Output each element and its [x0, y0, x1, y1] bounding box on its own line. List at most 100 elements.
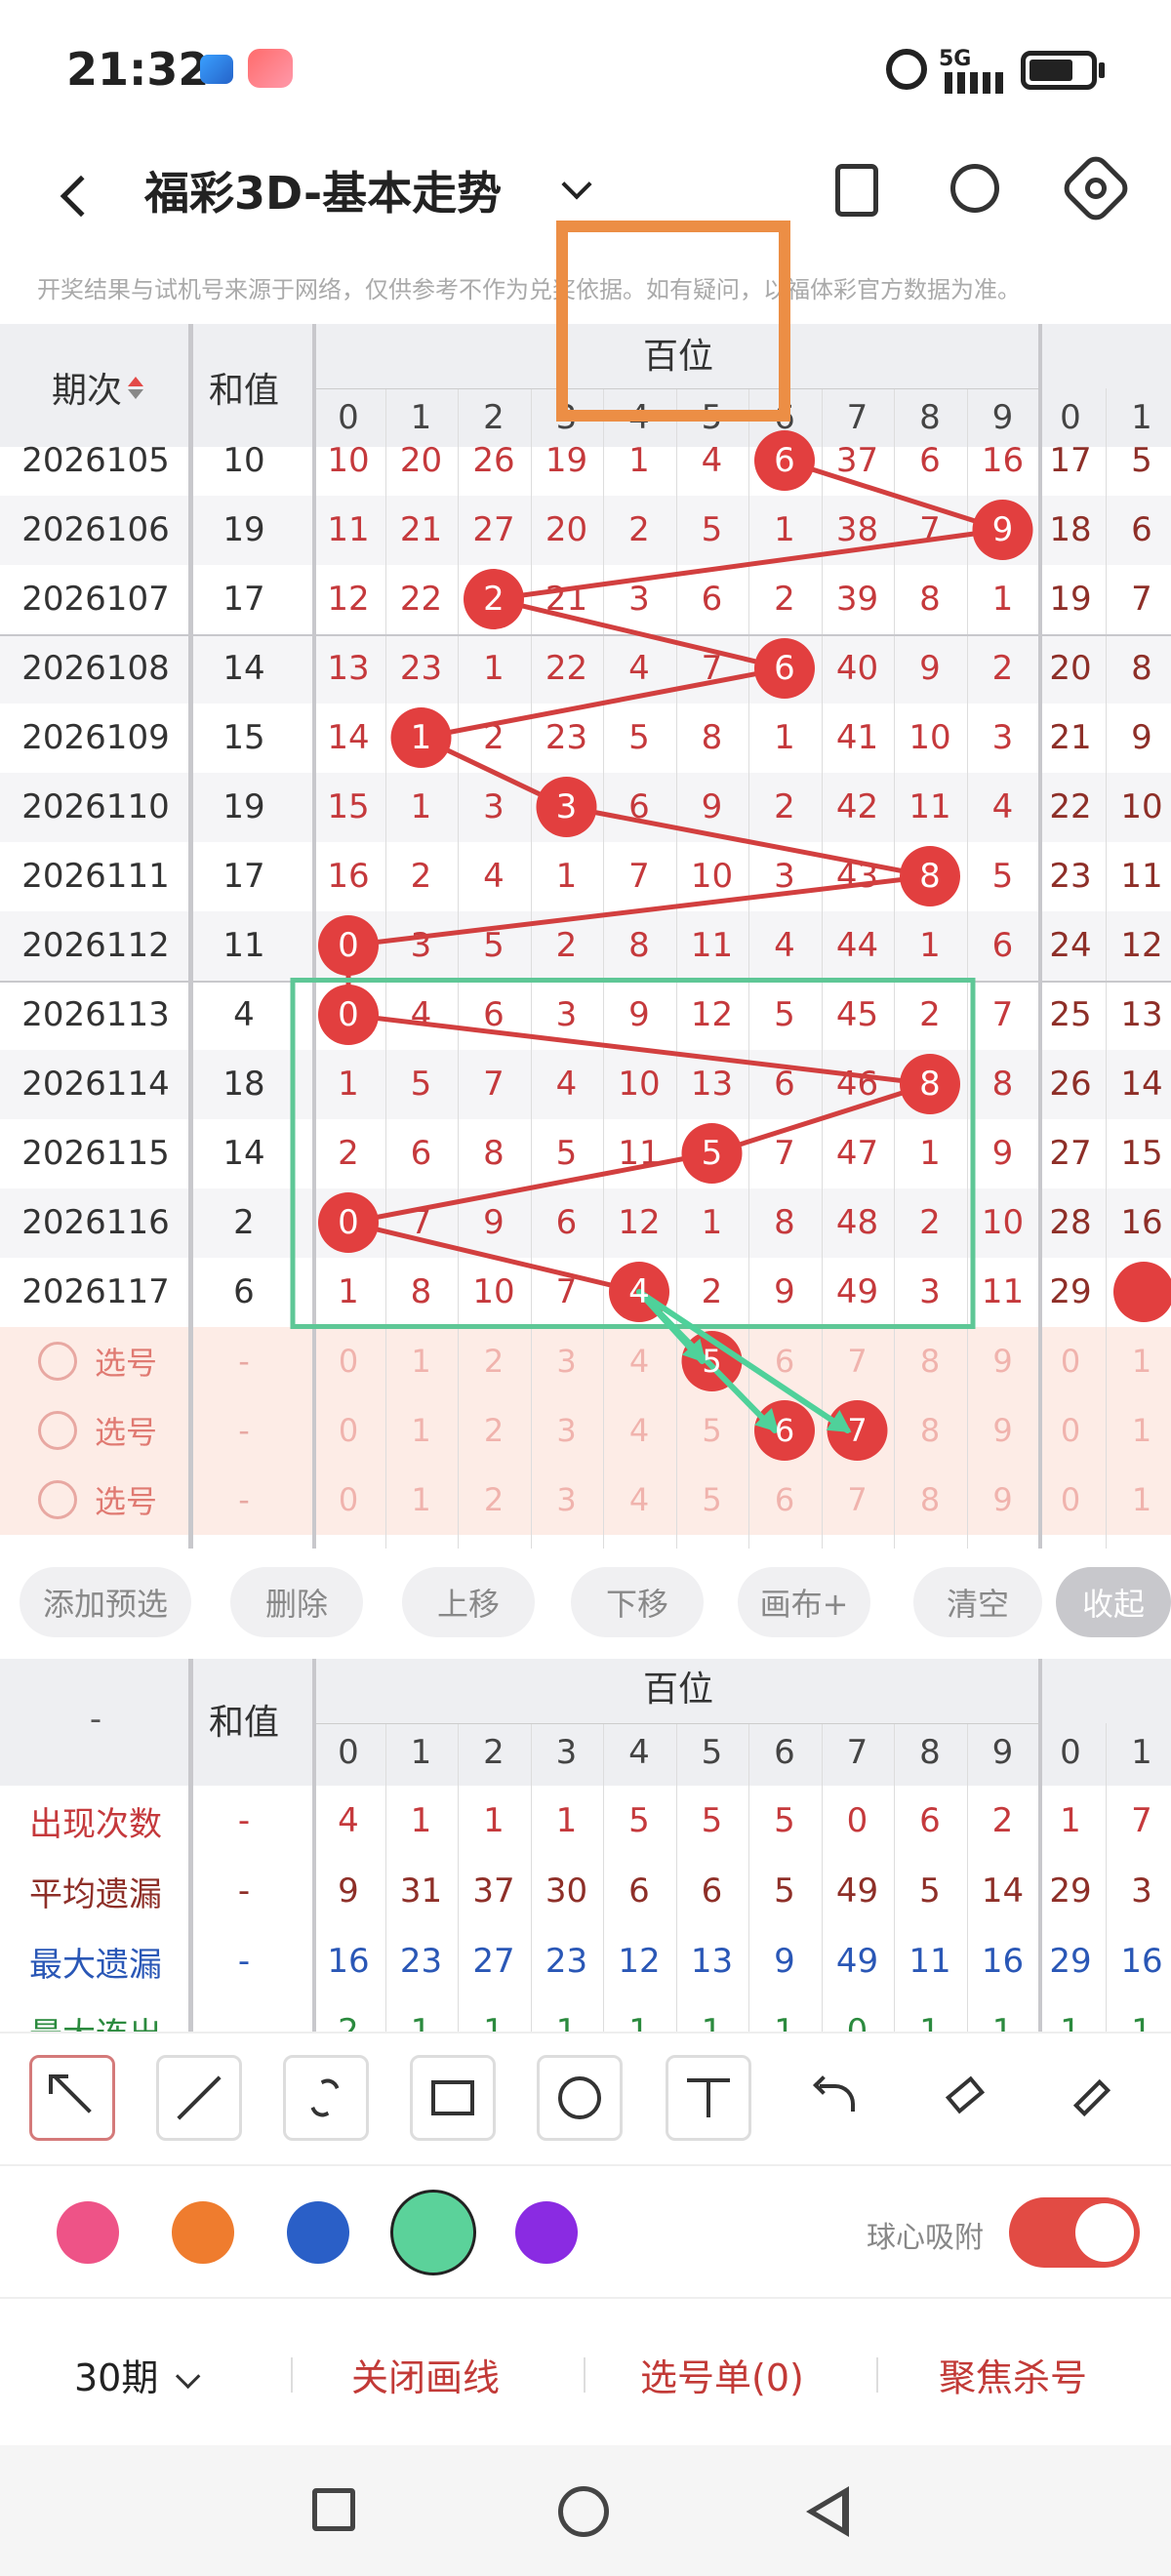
- stats-table: - 和值 百位 0 1 2 3 4 5 6 7 8 9 0 1 出现次数 -4 1 1 1 5 5 5 0 6 2 1 7 平均遗漏 -9…: [0, 1659, 1171, 2032]
- text-icon: [685, 2074, 732, 2121]
- status-time: 21:32: [66, 43, 210, 96]
- tool-button[interactable]: [410, 2055, 496, 2141]
- close-lines-button[interactable]: 关闭画线: [351, 2348, 500, 2401]
- tool-button[interactable]: [921, 2055, 1007, 2141]
- color-bar: 球心吸附: [0, 2166, 1171, 2299]
- trend-line: [419, 665, 787, 741]
- stats-cell: 12: [618, 1942, 661, 1981]
- disclaimer: 开奖结果与试机号来源于网络，仅供参考不作为兑奖依据。如有疑问，以福体彩官方数据为…: [37, 276, 1021, 303]
- share-icon[interactable]: [950, 164, 999, 213]
- action-button[interactable]: 删除: [230, 1567, 363, 1637]
- stats-cell: 37: [472, 1872, 515, 1911]
- trend-line: [345, 1150, 714, 1226]
- stats-cell: 5: [701, 1801, 723, 1840]
- hit-cell: 1: [410, 718, 432, 757]
- action-button[interactable]: 上移: [402, 1567, 535, 1637]
- device-switch-icon[interactable]: [835, 164, 878, 217]
- stats-cell: 3: [1131, 1872, 1152, 1911]
- stats-sum: -: [237, 1872, 251, 1911]
- stats-sum: -: [237, 2012, 251, 2032]
- digit-header: 4: [628, 1733, 650, 1772]
- stats-cell: 29: [1049, 1872, 1092, 1911]
- header-separator: [316, 1723, 1038, 1724]
- stats-cell: 9: [774, 1942, 795, 1981]
- stats-cell: 13: [690, 1942, 734, 1981]
- stats-cell: 31: [399, 1872, 443, 1911]
- stats-cell: 23: [399, 1942, 443, 1981]
- color-swatch[interactable]: [515, 2201, 578, 2264]
- stats-cell: 16: [1120, 1942, 1163, 1981]
- tool-button[interactable]: [29, 2055, 115, 2141]
- action-button[interactable]: 收起: [1056, 1567, 1171, 1637]
- digit-header: 1: [410, 1733, 432, 1772]
- brush-icon: [1068, 2074, 1114, 2121]
- action-button[interactable]: 添加预选: [20, 1567, 191, 1637]
- tool-button[interactable]: [792, 2055, 878, 2141]
- page-title[interactable]: 福彩3D-基本走势: [144, 158, 502, 222]
- color-swatch[interactable]: [287, 2201, 349, 2264]
- hit-cell: 0: [338, 926, 359, 965]
- digit-header: 6: [774, 1733, 795, 1772]
- stats-cell: 1: [701, 2012, 723, 2032]
- trend-line: [345, 873, 933, 948]
- stats-cell: 1: [919, 2012, 941, 2032]
- digit-header: 9: [991, 1733, 1014, 1772]
- trend-line: [564, 804, 933, 879]
- alarm-icon: [886, 49, 927, 90]
- stats-cell: 14: [981, 1872, 1025, 1911]
- trend-line: [491, 527, 1005, 602]
- status-bar: 21:32 5G: [0, 0, 1171, 137]
- select-digit[interactable]: 7: [822, 1396, 894, 1466]
- freehand-icon: [303, 2074, 349, 2121]
- hit-cell: 9: [991, 510, 1014, 549]
- trend-table: 期次 和值 百位 0 1 2 3 4 5 6 7 8 9 0 1 2026105 10 10 20 26 19 1 4 6 37…: [0, 324, 1171, 1549]
- stats-sum: -: [237, 1942, 251, 1981]
- period-select[interactable]: 30期: [74, 2348, 201, 2401]
- tool-button[interactable]: [537, 2055, 623, 2141]
- hit-cell: 6: [774, 441, 795, 480]
- color-swatch[interactable]: [390, 2190, 476, 2275]
- focus-kill-button[interactable]: 聚焦杀号: [939, 2348, 1087, 2401]
- trend-line: [345, 1220, 642, 1295]
- hit-cell: 8: [919, 1065, 941, 1104]
- tool-button[interactable]: [666, 2055, 751, 2141]
- hit-cell: 0: [338, 1203, 359, 1242]
- stats-cell: 5: [774, 1801, 795, 1840]
- eraser-icon: [941, 2074, 988, 2121]
- digit-header: 5: [701, 1733, 723, 1772]
- tool-button[interactable]: [156, 2055, 242, 2141]
- stats-cell: 27: [472, 1942, 515, 1981]
- stats-cell: 4: [338, 1801, 359, 1840]
- stats-row-label: 出现次数: [29, 1804, 162, 1844]
- app-notification-icon: [200, 55, 233, 84]
- stats-row-label: 最大连出: [3, 1996, 188, 2033]
- signal-icon: [945, 72, 1003, 94]
- snap-label: 球心吸附: [867, 2221, 984, 2255]
- stats-cell: 9: [338, 1872, 359, 1911]
- snap-toggle[interactable]: [1009, 2197, 1140, 2268]
- home-icon[interactable]: [558, 2486, 609, 2537]
- select-digit[interactable]: 6: [748, 1396, 821, 1466]
- color-swatch[interactable]: [172, 2201, 234, 2264]
- network-type: 5G: [939, 47, 972, 71]
- action-button[interactable]: 画布+: [738, 1567, 870, 1637]
- settings-icon[interactable]: [1058, 150, 1134, 226]
- back-arrow-icon: [60, 175, 102, 218]
- action-button[interactable]: 清空: [913, 1567, 1042, 1637]
- stats-cell: 1: [1060, 1801, 1081, 1840]
- chevron-down-icon[interactable]: [561, 169, 592, 200]
- recent-apps-icon[interactable]: [312, 2488, 355, 2531]
- select-digit[interactable]: 5: [676, 1327, 748, 1396]
- tool-button[interactable]: [283, 2055, 369, 2141]
- back-button[interactable]: [49, 156, 107, 234]
- color-swatch[interactable]: [57, 2201, 119, 2264]
- hit-cell: 4: [628, 1272, 650, 1311]
- tool-button[interactable]: [1048, 2055, 1134, 2141]
- digit-header: 0: [338, 1733, 359, 1772]
- pick-list-button[interactable]: 选号单(0): [640, 2348, 804, 2401]
- action-button[interactable]: 下移: [571, 1567, 704, 1637]
- screen: 21:32 5G 福彩3D-基本走势 开奖结果与试机号来源于网络，仅供参考不作为…: [0, 0, 1171, 2576]
- stats-cell: 1: [410, 2012, 432, 2032]
- stats-corner: -: [89, 1700, 102, 1739]
- stats-cell: 5: [628, 1801, 650, 1840]
